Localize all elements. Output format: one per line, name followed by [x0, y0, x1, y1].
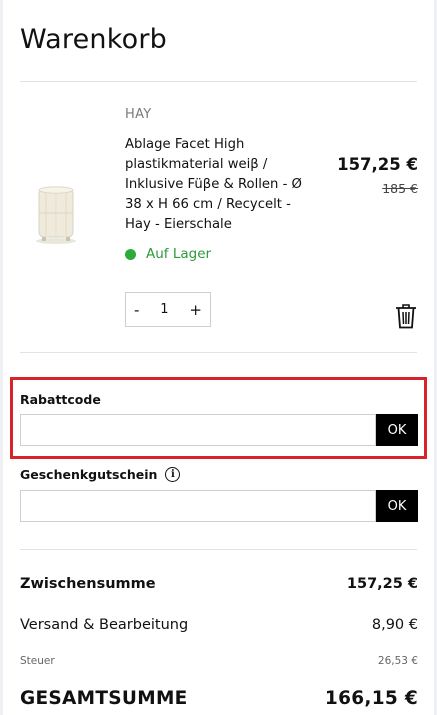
subtotal-row: Zwischensumme 157,25 €: [20, 576, 418, 592]
discount-code-input[interactable]: [20, 414, 376, 446]
gift-card-apply-button[interactable]: OK: [376, 490, 418, 522]
total-label: GESAMTSUMME: [20, 688, 188, 709]
quantity-stepper: - 1 +: [125, 292, 211, 327]
divider: [20, 549, 417, 550]
stock-status: Auf Lager: [125, 246, 211, 262]
product-name[interactable]: Ablage Facet High plastikmaterial weiβ /…: [125, 135, 303, 235]
divider: [20, 81, 417, 82]
subtotal-label: Zwischensumme: [20, 576, 156, 592]
total-value: 166,15 €: [324, 688, 418, 709]
info-icon[interactable]: i: [165, 467, 181, 482]
product-brand: HAY: [125, 107, 152, 122]
shipping-label: Versand & Bearbeitung: [20, 617, 189, 633]
tax-label: Steuer: [20, 655, 55, 667]
subtotal-value: 157,25 €: [346, 576, 418, 592]
tax-row: Steuer 26,53 €: [20, 655, 418, 667]
shipping-value: 8,90 €: [371, 617, 418, 633]
quantity-increase-button[interactable]: +: [189, 301, 202, 319]
trash-icon[interactable]: [395, 303, 417, 329]
discount-label: Rabattcode: [20, 392, 101, 407]
stock-dot-icon: [125, 248, 136, 260]
cart-panel: Warenkorb HAY Ablage Facet High plastikm…: [3, 0, 434, 715]
tax-value: 26,53 €: [377, 655, 418, 667]
quantity-value[interactable]: 1: [160, 302, 168, 317]
total-row: GESAMTSUMME 166,15 €: [20, 688, 418, 709]
gift-card-label: Geschenkgutschein: [20, 467, 158, 482]
page-title: Warenkorb: [20, 24, 167, 55]
product-image[interactable]: [31, 183, 81, 245]
stock-status-label: Auf Lager: [146, 246, 212, 262]
gift-card-input[interactable]: [20, 490, 376, 522]
gift-card-label-row: Geschenkgutschein i: [20, 467, 181, 482]
product-price: 157,25 €: [337, 155, 418, 174]
divider: [20, 352, 417, 353]
shipping-row: Versand & Bearbeitung 8,90 €: [20, 617, 418, 633]
product-old-price: 185 €: [382, 181, 418, 196]
discount-apply-button[interactable]: OK: [376, 414, 418, 446]
quantity-decrease-button[interactable]: -: [134, 301, 139, 319]
